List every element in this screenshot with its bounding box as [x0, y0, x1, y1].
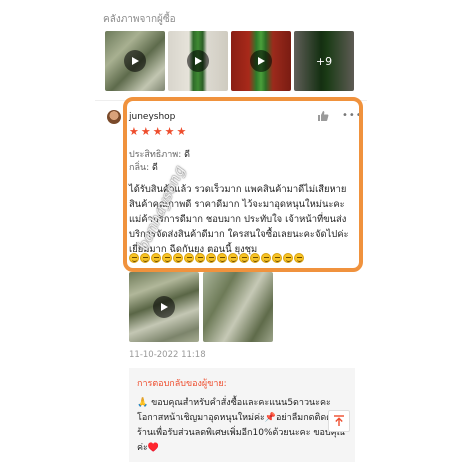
gallery-video-3[interactable] — [231, 31, 291, 91]
smile-emoji-icon — [261, 253, 271, 263]
smile-emoji-icon — [283, 253, 293, 263]
attribute-value: ดี — [184, 150, 190, 160]
smile-emoji-icon — [162, 253, 172, 263]
seller-reply-text: 🙏 ขอบคุณสำหรับคำสั่งซื้อและคะแนน5ดาวนะคะ… — [137, 398, 346, 453]
more-options-icon[interactable]: ••• — [342, 110, 363, 121]
smile-emoji-icon — [195, 253, 205, 263]
star-icon: ★ — [140, 125, 151, 138]
star-icon: ★ — [129, 125, 139, 138]
smile-emoji-icon — [250, 253, 260, 263]
attribute-value: ดี — [152, 163, 158, 173]
smile-emoji-icon — [151, 253, 161, 263]
smile-emoji-icon — [228, 253, 238, 263]
avatar[interactable] — [107, 110, 121, 124]
review-media — [129, 272, 273, 342]
smile-emoji-icon — [184, 253, 194, 263]
divider — [95, 100, 367, 101]
attribute-scent: กลิ่น: ดี — [129, 160, 158, 174]
smile-emoji-icon — [294, 253, 304, 263]
star-icon: ★ — [176, 125, 187, 138]
attribute-label: กลิ่น: — [129, 163, 150, 173]
smile-emoji-icon — [217, 253, 227, 263]
review-video[interactable] — [129, 272, 199, 342]
review-card: คลังภาพจากผู้ซื้อ +9 juneyshop ••• ★ ★ ★… — [95, 0, 367, 462]
play-icon — [124, 50, 146, 72]
smile-emoji-icon — [173, 253, 183, 263]
review-photo[interactable] — [203, 272, 273, 342]
scroll-to-top-button[interactable] — [328, 410, 350, 432]
seller-reply-title: การตอบกลับของผู้ขาย: — [137, 379, 227, 389]
star-icon: ★ — [152, 125, 163, 138]
arrow-up-icon — [334, 415, 344, 426]
play-icon — [250, 50, 272, 72]
smile-emoji-icon — [129, 253, 139, 263]
smile-emoji-icon — [272, 253, 282, 263]
reviewer-username[interactable]: juneyshop — [129, 112, 175, 122]
thumbs-up-icon[interactable] — [317, 110, 329, 122]
smile-emoji-icon — [239, 253, 249, 263]
gallery-more[interactable]: +9 — [294, 31, 354, 91]
gallery-video-1[interactable] — [105, 31, 165, 91]
buyer-gallery-title: คลังภาพจากผู้ซื้อ — [103, 14, 176, 25]
play-icon — [187, 50, 209, 72]
more-count: +9 — [294, 31, 354, 91]
star-icon: ★ — [164, 125, 175, 138]
gallery-video-2[interactable] — [168, 31, 228, 91]
play-icon — [153, 296, 175, 318]
seller-reply: การตอบกลับของผู้ขาย: 🙏 ขอบคุณสำหรับคำสั่… — [129, 368, 355, 462]
emoji-row — [129, 253, 304, 263]
buyer-gallery: +9 — [105, 31, 354, 91]
smile-emoji-icon — [206, 253, 216, 263]
attribute-performance: ประสิทธิภาพ: ดี — [129, 147, 190, 161]
smile-emoji-icon — [140, 253, 150, 263]
attribute-label: ประสิทธิภาพ: — [129, 150, 182, 160]
rating-stars: ★ ★ ★ ★ ★ — [129, 126, 186, 137]
review-date: 11-10-2022 11:18 — [129, 350, 206, 360]
